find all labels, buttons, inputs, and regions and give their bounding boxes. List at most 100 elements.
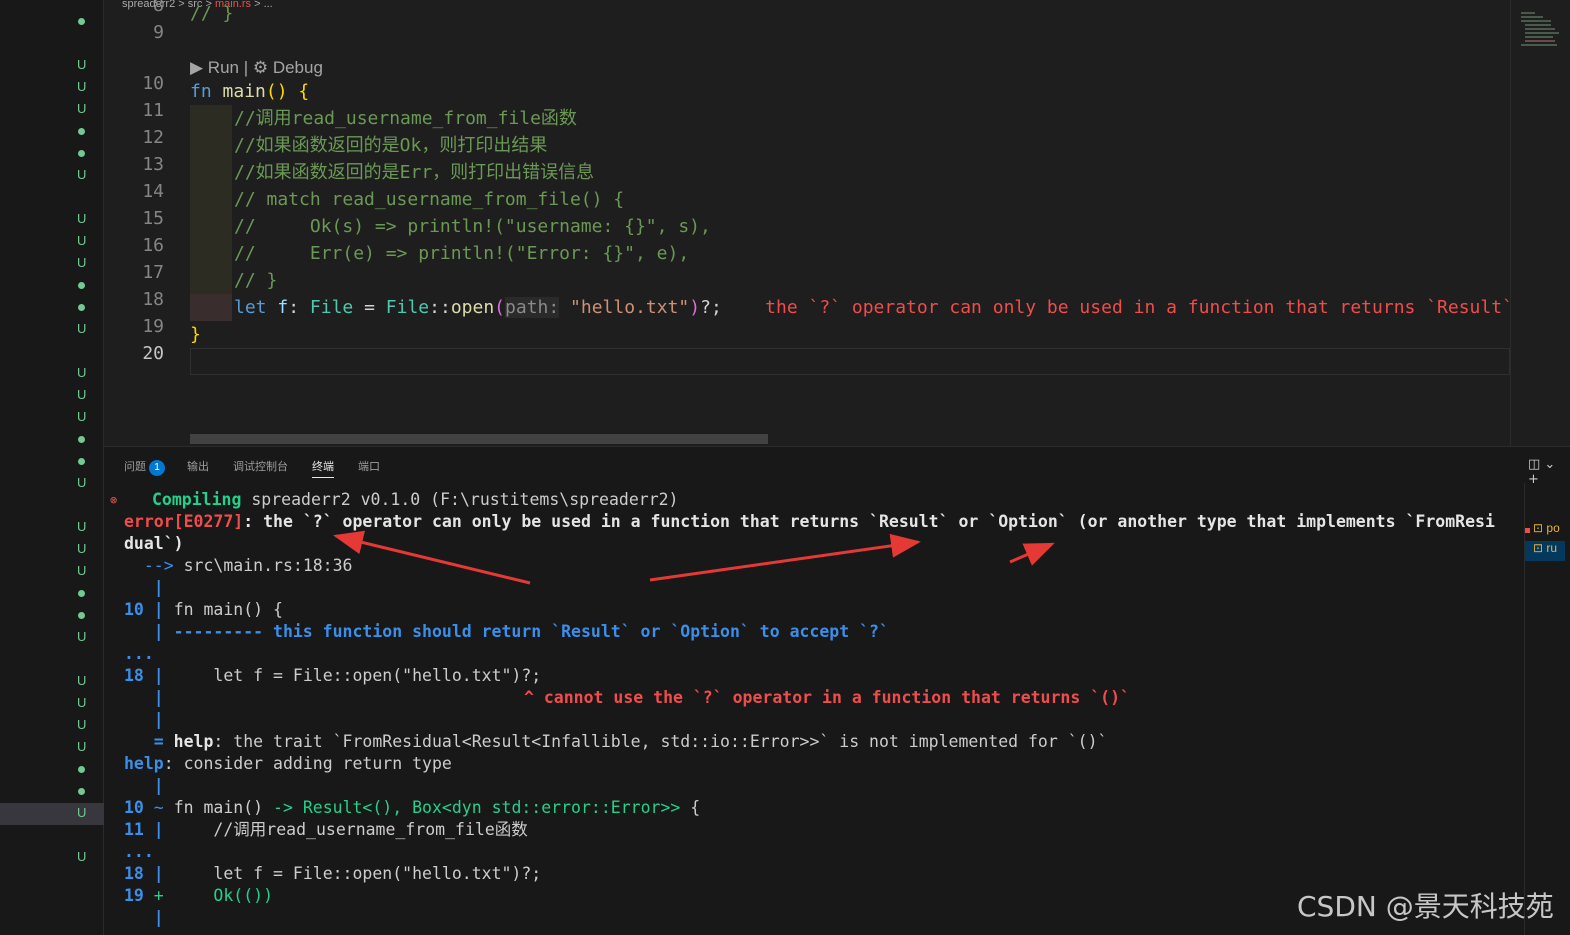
explorer-item[interactable]: U [0,517,104,539]
terminal-icon: ⊡ [1533,521,1547,535]
explorer-item[interactable] [0,605,104,627]
explorer-item[interactable] [0,583,104,605]
code-line-12[interactable]: //如果函数返回的是Ok，则打印出结果 [234,132,547,159]
untracked-status: U [77,387,87,402]
explorer-item[interactable]: U [0,693,104,715]
explorer-item[interactable]: U [0,627,104,649]
untracked-status: U [77,233,87,248]
line-number: 15 [142,208,164,229]
tab-problems[interactable]: 问题 1 [124,458,165,476]
explorer-item[interactable] [0,781,104,803]
explorer-item[interactable] [0,121,104,143]
explorer-item[interactable] [0,759,104,781]
untracked-status: U [77,805,87,820]
terminal-instance-rust[interactable]: ⊡ ru [1525,541,1565,561]
explorer-item[interactable] [0,143,104,165]
code-line-19[interactable]: } [190,321,201,348]
modified-dot-icon [78,436,85,443]
untracked-status: U [77,79,87,94]
explorer-item[interactable]: U [0,671,104,693]
explorer-item[interactable]: U [0,209,104,231]
explorer-item[interactable]: U [0,561,104,583]
line-number: 13 [142,154,164,175]
explorer-item[interactable]: U [0,473,104,495]
explorer-item[interactable]: U [0,77,104,99]
modified-dot-icon [78,766,85,773]
explorer-item[interactable]: U [0,407,104,429]
line-number: 8 [153,0,164,16]
code-line-14[interactable]: // match read_username_from_file() { [234,186,624,213]
code-line-13[interactable]: //如果函数返回的是Err，则打印出错误信息 [234,159,594,186]
explorer-sidebar: UUUUUUUUUUUUUUUUUUUUUU [0,0,104,935]
terminal-output[interactable]: ⊗ Compiling spreaderr2 v0.1.0 (F:\rustit… [104,489,1510,935]
untracked-status: U [77,717,87,732]
panel-tab-bar: 问题 1 输出 调试控制台 终端 端口 [104,447,1510,483]
untracked-status: U [77,255,87,270]
terminal-icon: ⊡ [1533,541,1547,555]
explorer-item[interactable]: U [0,231,104,253]
untracked-status: U [77,409,87,424]
explorer-item[interactable] [0,341,104,363]
explorer-item[interactable] [0,429,104,451]
tab-output[interactable]: 输出 [187,458,209,474]
explorer-item[interactable]: U [0,253,104,275]
modified-dot-icon [78,590,85,597]
explorer-item[interactable] [0,187,104,209]
explorer-item[interactable]: U [0,165,104,187]
code-line-18[interactable]: let f: File = File::open(path: "hello.tx… [234,294,1510,321]
code-line-11[interactable]: //调用read_username_from_file函数 [234,105,577,132]
untracked-status: U [77,475,87,490]
untracked-status: U [77,211,87,226]
untracked-status: U [77,365,87,380]
explorer-item[interactable] [0,11,104,33]
untracked-status: U [77,739,87,754]
explorer-item[interactable]: U [0,737,104,759]
explorer-item[interactable]: U [0,847,104,869]
explorer-item[interactable] [0,33,104,55]
code-line-10[interactable]: fn main() { [190,78,309,105]
code-editor[interactable]: 8 9 10 11 12 13 14 15 16 17 18 19 20 // } ▶ Run | ⚙ … [104,0,1510,446]
untracked-status: U [77,321,87,336]
untracked-status: U [77,563,87,578]
explorer-item[interactable] [0,649,104,671]
tab-debug-console[interactable]: 调试控制台 [233,458,288,474]
explorer-item[interactable] [0,451,104,473]
modified-dot-icon [78,788,85,795]
modified-dot-icon [78,18,85,25]
debug-codelens[interactable]: ⚙ Debug [253,58,323,77]
terminal-instance-powershell[interactable]: ⊡ po [1525,521,1570,541]
explorer-item[interactable]: U [0,803,104,825]
explorer-item[interactable]: U [0,99,104,121]
line-number: 16 [142,235,164,256]
code-line-8[interactable]: // } [190,0,233,27]
explorer-item[interactable]: U [0,55,104,77]
untracked-status: U [77,519,87,534]
explorer-item[interactable]: U [0,385,104,407]
explorer-item[interactable]: U [0,539,104,561]
code-line-16[interactable]: // Err(e) => println!("Error: {}", e), [234,240,689,267]
explorer-item[interactable]: U [0,363,104,385]
explorer-item[interactable] [0,825,104,847]
minimap[interactable] [1510,0,1570,446]
untracked-status: U [77,849,87,864]
explorer-item[interactable]: U [0,715,104,737]
tab-ports[interactable]: 端口 [358,458,380,474]
tab-terminal[interactable]: 终端 [312,458,334,478]
line-number: 19 [142,316,164,337]
problems-count-badge: 1 [149,460,165,476]
explorer-item[interactable] [0,495,104,517]
code-line-17[interactable]: // } [234,267,277,294]
modified-dot-icon [78,458,85,465]
terminal-instance-list: ⊡ po ⊡ ru [1524,483,1570,935]
line-number: 20 [142,343,164,364]
run-codelens[interactable]: ▶ Run [190,58,239,77]
codelens[interactable]: ▶ Run | ⚙ Debug [190,54,323,81]
horizontal-scrollbar[interactable] [190,434,768,444]
line-number: 14 [142,181,164,202]
code-line-15[interactable]: // Ok(s) => println!("username: {}", s), [234,213,711,240]
line-number: 17 [142,262,164,283]
explorer-item[interactable] [0,275,104,297]
explorer-item[interactable] [0,297,104,319]
untracked-status: U [77,629,87,644]
explorer-item[interactable]: U [0,319,104,341]
